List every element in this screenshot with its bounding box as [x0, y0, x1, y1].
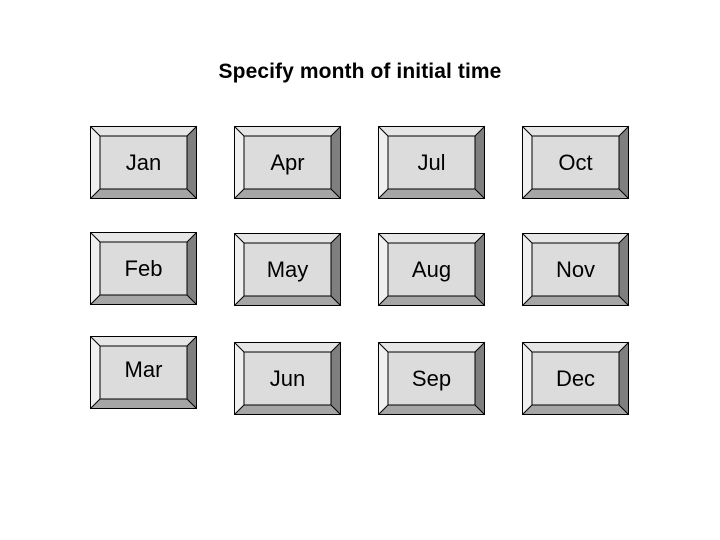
bevel-left	[523, 343, 532, 414]
month-label: May	[266, 256, 309, 282]
bevel-bottom	[91, 399, 196, 408]
bevel-right	[187, 337, 196, 408]
month-button-sep[interactable]: Sep	[378, 342, 485, 415]
bevel-left	[235, 127, 244, 198]
month-button-may[interactable]: May	[234, 233, 341, 306]
bevel-top	[235, 343, 340, 352]
month-label: Sep	[411, 365, 452, 391]
month-button-nov[interactable]: Nov	[522, 233, 629, 306]
month-button-apr[interactable]: Apr	[234, 126, 341, 199]
bevel-bottom	[91, 189, 196, 198]
bevel-bottom	[235, 296, 340, 305]
month-label: Mar	[124, 356, 163, 382]
bevel-bottom	[523, 296, 628, 305]
bevel-right	[475, 343, 484, 414]
page-title: Specify month of initial time	[218, 60, 502, 83]
month-button-aug[interactable]: Aug	[378, 233, 485, 306]
bevel-right	[331, 234, 340, 305]
month-button-jan[interactable]: Jan	[90, 126, 197, 199]
bevel-right	[475, 127, 484, 198]
bevel-left	[91, 233, 100, 304]
month-label: Jun	[269, 365, 306, 391]
bevel-right	[187, 233, 196, 304]
month-button-oct[interactable]: Oct	[522, 126, 629, 199]
bevel-left	[523, 127, 532, 198]
month-label: Aug	[411, 256, 452, 282]
bevel-right	[475, 234, 484, 305]
bevel-top	[91, 233, 196, 242]
bevel-bottom	[523, 405, 628, 414]
month-label: Jan	[125, 149, 162, 175]
month-label: Oct	[558, 149, 593, 175]
bevel-top	[523, 343, 628, 352]
bevel-top	[235, 127, 340, 136]
month-button-jun[interactable]: Jun	[234, 342, 341, 415]
month-label: Jul	[417, 149, 446, 175]
month-label: Feb	[124, 255, 163, 281]
month-label: Nov	[555, 256, 596, 282]
bevel-right	[619, 234, 628, 305]
bevel-bottom	[235, 189, 340, 198]
bevel-bottom	[379, 405, 484, 414]
bevel-right	[187, 127, 196, 198]
month-button-feb[interactable]: Feb	[90, 232, 197, 305]
bevel-left	[91, 127, 100, 198]
bevel-bottom	[379, 296, 484, 305]
bevel-bottom	[91, 295, 196, 304]
bevel-left	[379, 234, 388, 305]
bevel-top	[91, 127, 196, 136]
bevel-top	[379, 343, 484, 352]
bevel-right	[331, 343, 340, 414]
month-button-mar[interactable]: Mar	[90, 336, 197, 409]
month-label: Dec	[555, 365, 596, 391]
bevel-left	[235, 343, 244, 414]
bevel-top	[379, 234, 484, 243]
month-label: Apr	[270, 149, 305, 175]
month-button-dec[interactable]: Dec	[522, 342, 629, 415]
bevel-right	[619, 127, 628, 198]
bevel-left	[91, 337, 100, 408]
bevel-left	[379, 343, 388, 414]
bevel-bottom	[523, 189, 628, 198]
bevel-bottom	[235, 405, 340, 414]
bevel-left	[235, 234, 244, 305]
bevel-left	[379, 127, 388, 198]
bevel-top	[235, 234, 340, 243]
bevel-left	[523, 234, 532, 305]
month-button-jul[interactable]: Jul	[378, 126, 485, 199]
bevel-right	[619, 343, 628, 414]
bevel-top	[523, 234, 628, 243]
bevel-right	[331, 127, 340, 198]
bevel-top	[379, 127, 484, 136]
bevel-top	[523, 127, 628, 136]
bevel-bottom	[379, 189, 484, 198]
